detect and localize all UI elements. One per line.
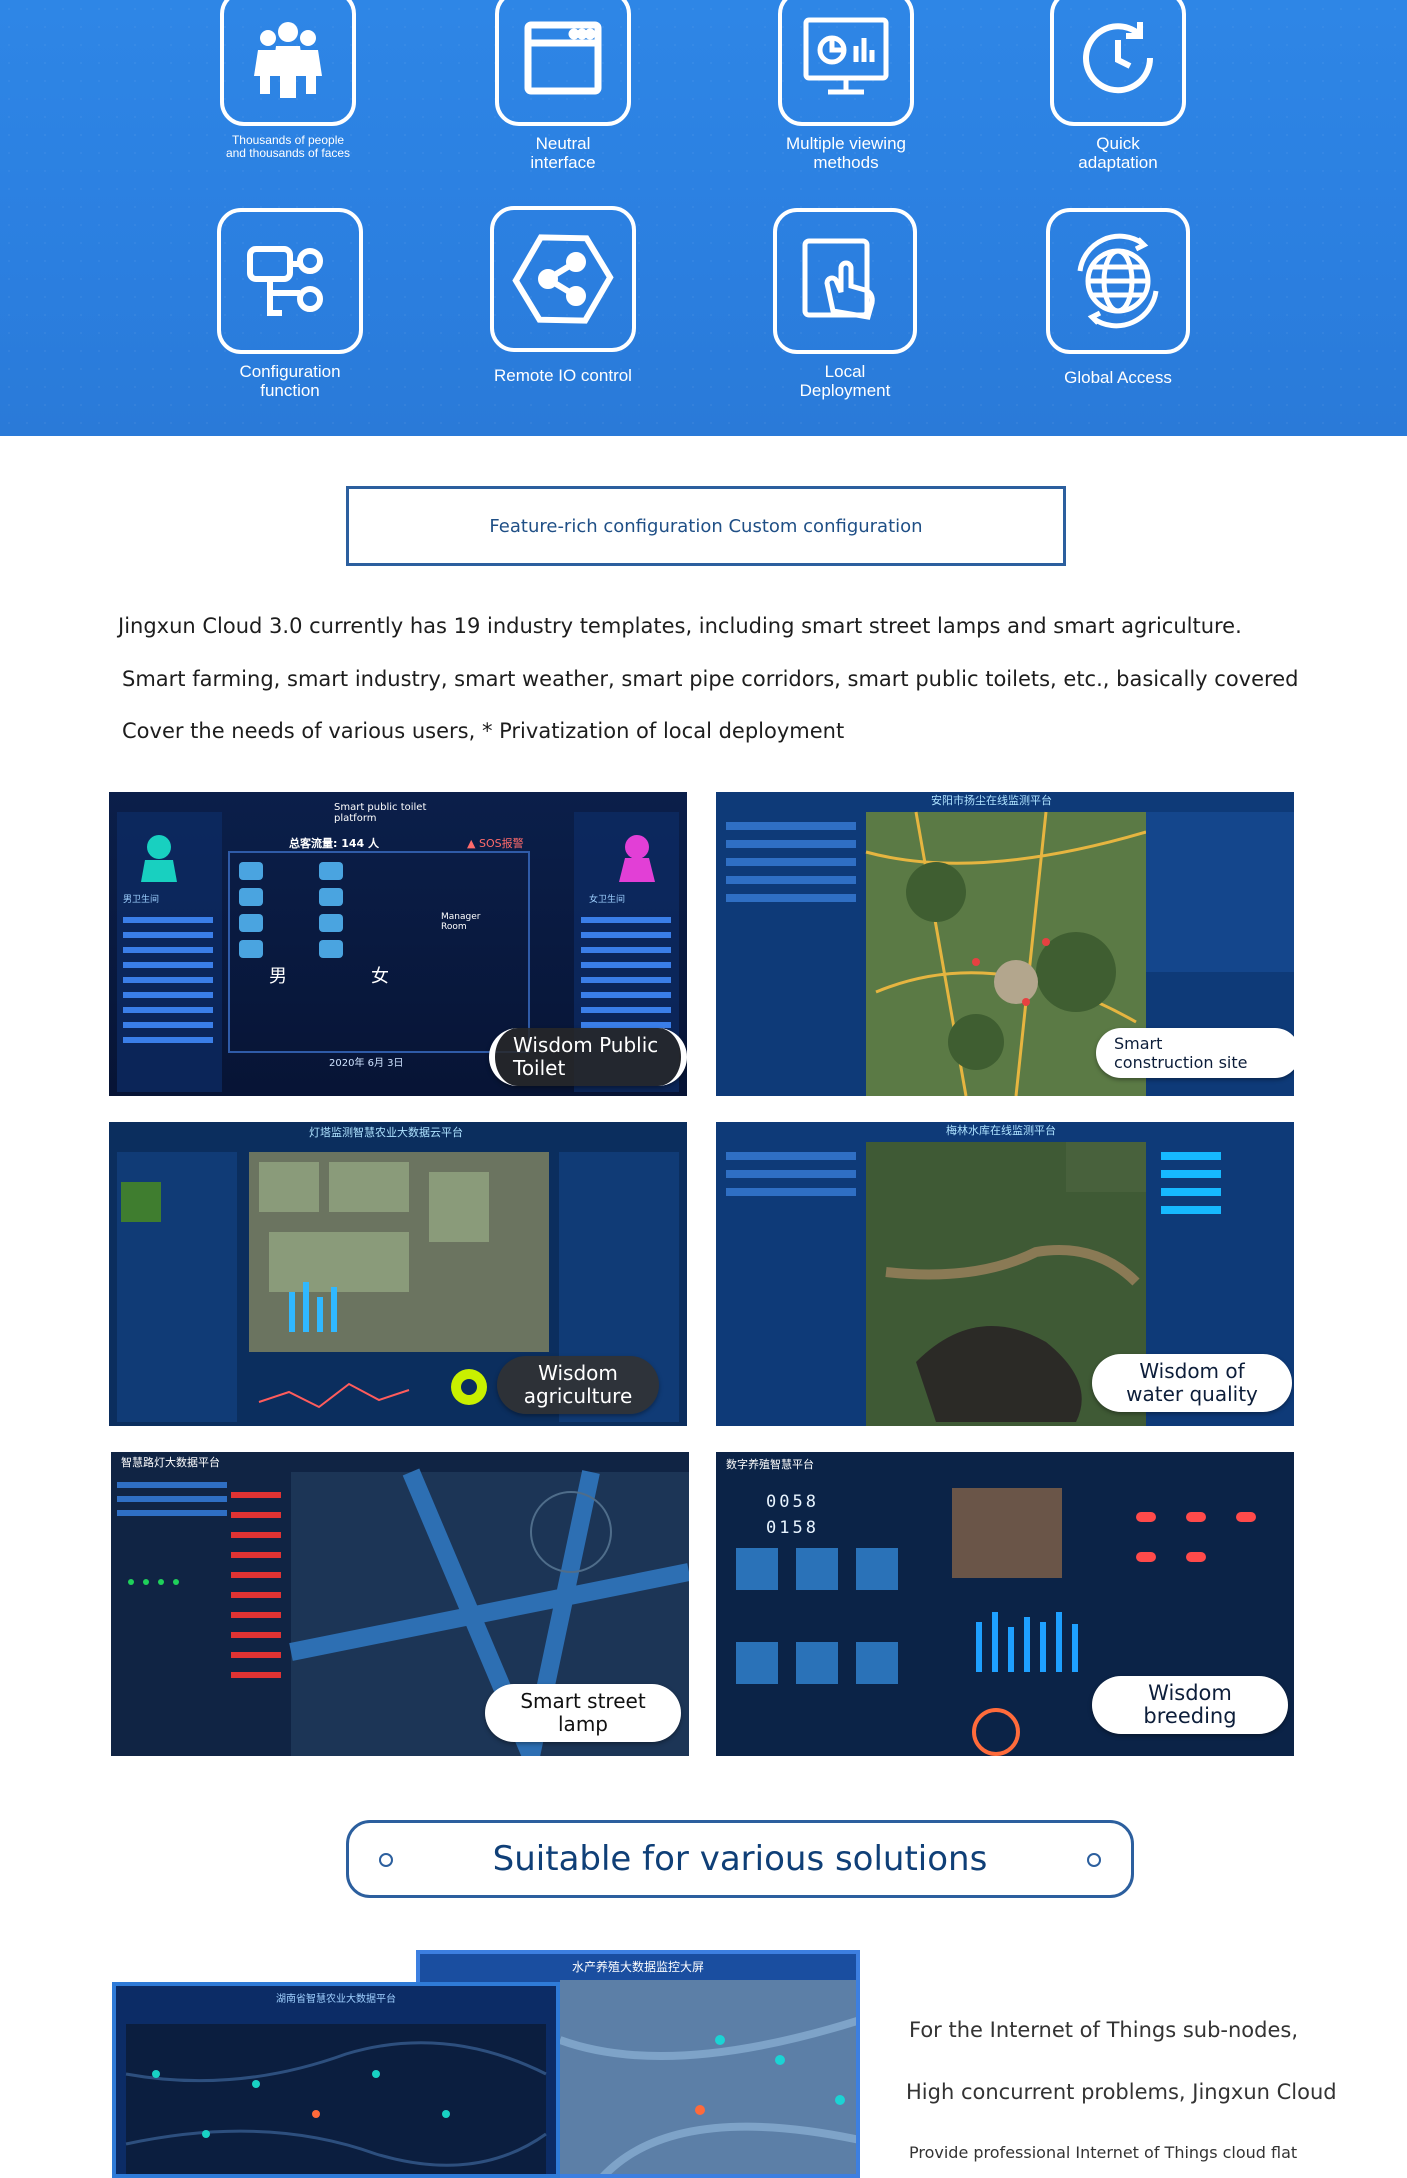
screen-agriculture: 灯塔监测智慧农业大数据云平台 Wisdom agriculture xyxy=(109,1122,687,1426)
feature-quick: Quick adaptation xyxy=(1018,0,1218,172)
svg-text:梅林水库在线监测平台: 梅林水库在线监测平台 xyxy=(946,1123,1056,1137)
svg-text:安阳市扬尘在线监测平台: 安阳市扬尘在线监测平台 xyxy=(931,793,1052,807)
feature-label: Remote IO control xyxy=(494,366,632,385)
screen-label: Smart street lamp xyxy=(485,1684,681,1742)
config-title: Feature-rich configuration Custom config… xyxy=(489,515,923,537)
feature-configuration: Configuration function xyxy=(190,208,390,400)
counter-1: 0058 xyxy=(766,1492,819,1512)
monitor-chart-icon xyxy=(778,0,914,126)
decor-dot-right xyxy=(1087,1853,1101,1867)
globe-icon xyxy=(1046,208,1190,354)
screen-overlay-title: Smart public toilet platform xyxy=(334,802,427,824)
solutions-title-box: Suitable for various solutions xyxy=(346,1820,1134,1898)
iot-line-1: For the Internet of Things sub-nodes, xyxy=(909,2018,1299,2042)
feature-label: Thousands of people and thousands of fac… xyxy=(225,133,351,160)
feature-label: Multiple viewing methods xyxy=(786,134,906,172)
feature-label: Configuration function xyxy=(239,362,341,400)
svg-text:灯塔监测智慧农业大数据云平台: 灯塔监测智慧农业大数据云平台 xyxy=(309,1125,463,1139)
screen-label: Smart construction site xyxy=(1096,1028,1294,1078)
dashboard-front-title: 湖南省智慧农业大数据平台 xyxy=(276,1994,396,2005)
screen-breeding: 数字养殖智慧平台 0058 0158 Wisdom breeding xyxy=(716,1452,1294,1756)
feature-interface: Neutral interface xyxy=(463,0,663,172)
counter-2: 0158 xyxy=(766,1518,819,1538)
svg-text:数字养殖智慧平台: 数字养殖智慧平台 xyxy=(726,1457,814,1471)
screen-label: Wisdom breeding xyxy=(1092,1676,1288,1734)
svg-text:男卫生间: 男卫生间 xyxy=(123,893,159,905)
screen-date: 2020年 6月 3日 xyxy=(329,1058,404,1069)
screen-public-toilet: 男卫生间 女卫生间 总客流量: 144 人 ▲ SOS报警 男 女 Smart p… xyxy=(109,792,687,1096)
feature-label: Quick adaptation xyxy=(1078,134,1158,172)
feature-viewing: Multiple viewing methods xyxy=(746,0,946,172)
description-line-3: Cover the needs of various users, * Priv… xyxy=(122,719,845,743)
manager-room-label: Manager Room xyxy=(441,912,481,932)
clock-icon xyxy=(1050,0,1186,126)
feature-label: Global Access xyxy=(1064,368,1172,387)
window-icon xyxy=(495,0,631,126)
features-band: Thousands of people and thousands of fac… xyxy=(0,0,1407,436)
feature-label: Local Deployment xyxy=(799,362,891,400)
flow-icon xyxy=(217,208,363,354)
solutions-title: Suitable for various solutions xyxy=(492,1839,988,1879)
feature-remote-io: Remote IO control xyxy=(463,206,663,385)
screen-street-lamp: 智慧路灯大数据平台 Smart street lamp xyxy=(111,1452,689,1756)
screen-label: Wisdom agriculture xyxy=(497,1356,659,1414)
svg-text:女卫生间: 女卫生间 xyxy=(589,893,625,905)
feature-people: Thousands of people and thousands of fac… xyxy=(188,0,388,160)
screen-label: Wisdom of water quality xyxy=(1092,1354,1292,1412)
description-line-2: Smart farming, smart industry, smart wea… xyxy=(122,667,1299,691)
feature-label: Neutral interface xyxy=(530,134,596,172)
svg-text:男: 男 xyxy=(269,966,287,987)
screen-construction: 安阳市扬尘在线监测平台 Smart construction site xyxy=(716,792,1294,1096)
share-hexagon-icon xyxy=(490,206,636,352)
iot-line-2: High concurrent problems, Jingxun Cloud xyxy=(906,2080,1337,2104)
description-line-1: Jingxun Cloud 3.0 currently has 19 indus… xyxy=(118,614,1242,638)
screen-water-quality: 梅林水库在线监测平台 Wisdom of water quality xyxy=(716,1122,1294,1426)
iot-line-3: Provide professional Internet of Things … xyxy=(909,2143,1298,2162)
screen-label: Wisdom Public Toilet xyxy=(489,1028,687,1086)
svg-text:▲ SOS报警: ▲ SOS报警 xyxy=(467,836,524,850)
svg-text:女: 女 xyxy=(371,966,389,987)
dashboard-front: 湖南省智慧农业大数据平台 xyxy=(112,1982,560,2178)
feature-global: Global Access xyxy=(1018,208,1218,387)
feature-local: Local Deployment xyxy=(745,208,945,400)
decor-dot-left xyxy=(379,1853,393,1867)
dashboard-back-title: 水产养殖大数据监控大屏 xyxy=(571,1960,704,1974)
svg-text:总客流量: 144 人: 总客流量: 144 人 xyxy=(289,836,380,850)
people-icon xyxy=(220,0,356,126)
config-title-box: Feature-rich configuration Custom config… xyxy=(346,486,1066,566)
touch-hand-icon xyxy=(773,208,917,354)
svg-text:智慧路灯大数据平台: 智慧路灯大数据平台 xyxy=(121,1455,220,1469)
